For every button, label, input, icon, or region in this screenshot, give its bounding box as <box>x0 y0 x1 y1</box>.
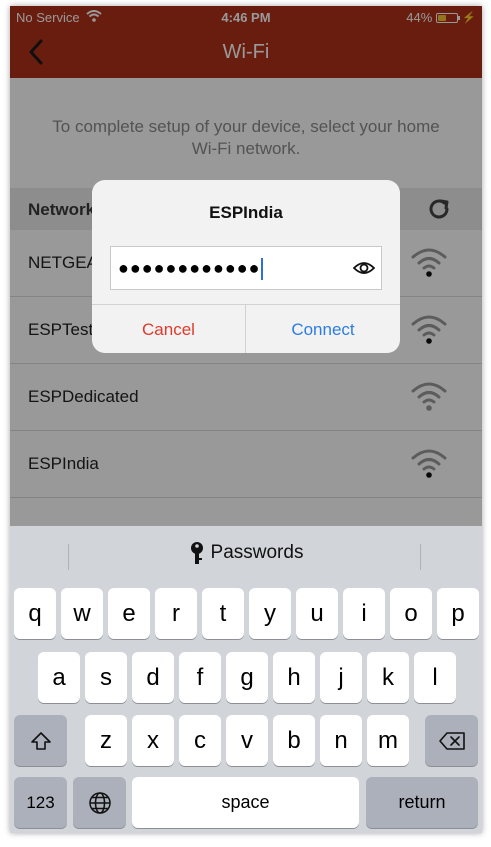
key-s[interactable]: s <box>85 652 127 703</box>
key-k[interactable]: k <box>367 652 409 703</box>
passwords-suggestion[interactable]: Passwords <box>10 541 482 565</box>
key-t[interactable]: t <box>202 588 244 639</box>
key-v[interactable]: v <box>226 715 268 766</box>
key-i[interactable]: i <box>343 588 385 639</box>
key-y[interactable]: y <box>249 588 291 639</box>
cancel-button[interactable]: Cancel <box>92 305 246 353</box>
numbers-key[interactable]: 123 <box>14 777 67 828</box>
return-key[interactable]: return <box>366 777 478 828</box>
key-h[interactable]: h <box>273 652 315 703</box>
key-a[interactable]: a <box>38 652 80 703</box>
password-value: ●●●●●●●●●●●● <box>118 258 264 281</box>
key-m[interactable]: m <box>367 715 409 766</box>
space-key[interactable]: space <box>132 777 359 828</box>
passwords-label: Passwords <box>210 542 304 563</box>
key-c[interactable]: c <box>179 715 221 766</box>
globe-icon <box>88 791 111 814</box>
phone-screen: No Service 4:46 PM 44% ⚡ Wi-Fi To comple… <box>10 6 482 833</box>
dialog-title: ESPIndia <box>209 203 283 222</box>
key-z[interactable]: z <box>85 715 127 766</box>
shift-icon <box>30 731 51 750</box>
key-u[interactable]: u <box>296 588 338 639</box>
globe-key[interactable] <box>73 777 126 828</box>
password-dialog: ESPIndia ●●●●●●●●●●●● Cancel Connect <box>92 180 400 353</box>
password-input[interactable]: ●●●●●●●●●●●● <box>110 246 382 290</box>
key-j[interactable]: j <box>320 652 362 703</box>
key-r[interactable]: r <box>155 588 197 639</box>
key-o[interactable]: o <box>390 588 432 639</box>
connect-button[interactable]: Connect <box>246 305 400 353</box>
key-g[interactable]: g <box>226 652 268 703</box>
shift-key[interactable] <box>14 715 67 766</box>
key-b[interactable]: b <box>273 715 315 766</box>
dialog-actions: Cancel Connect <box>92 304 400 353</box>
delete-key[interactable] <box>425 715 478 766</box>
key-f[interactable]: f <box>179 652 221 703</box>
text-caret <box>261 258 264 281</box>
key-p[interactable]: p <box>437 588 479 639</box>
suggestion-bar: Passwords <box>10 526 482 582</box>
key-q[interactable]: q <box>14 588 56 639</box>
show-password-button[interactable] <box>352 259 376 277</box>
key-icon <box>190 542 203 564</box>
key-d[interactable]: d <box>132 652 174 703</box>
key-e[interactable]: e <box>108 588 150 639</box>
eye-icon <box>352 262 376 274</box>
key-x[interactable]: x <box>132 715 174 766</box>
backspace-icon <box>438 731 465 750</box>
key-n[interactable]: n <box>320 715 362 766</box>
password-dots: ●●●●●●●●●●●● <box>118 258 261 278</box>
key-l[interactable]: l <box>414 652 456 703</box>
key-w[interactable]: w <box>61 588 103 639</box>
keyboard: Passwords q w e r t y u i o p a s d f g … <box>10 526 482 833</box>
